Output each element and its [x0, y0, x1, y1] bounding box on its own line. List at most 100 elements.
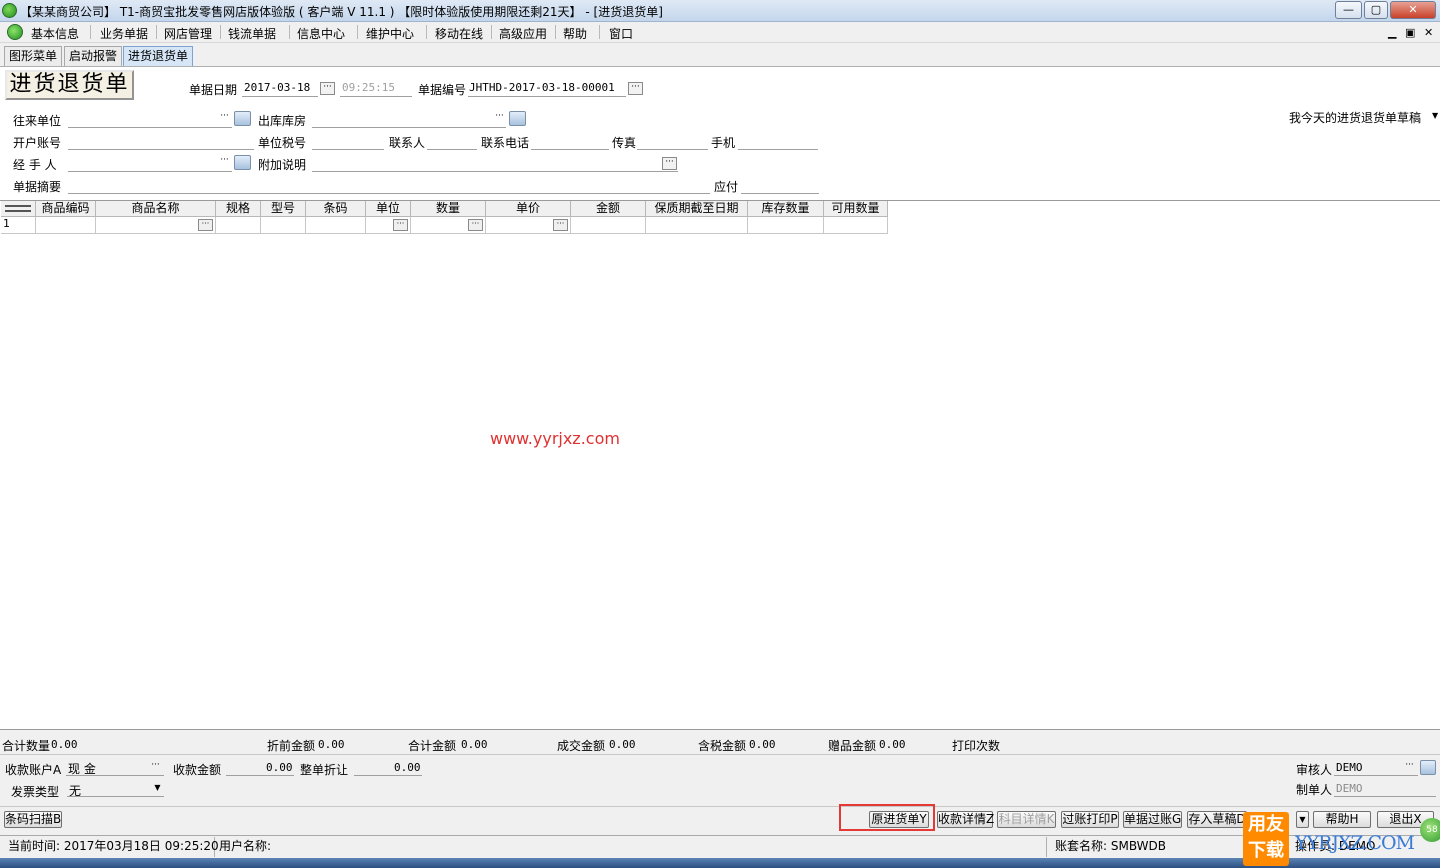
contact-input[interactable] — [427, 149, 477, 150]
tab-graphic-menu[interactable]: 图形菜单 — [4, 46, 63, 66]
collect-detail-button[interactable]: 收款详情Z — [937, 811, 994, 828]
partner-input[interactable] — [68, 127, 232, 128]
mdi-restore-button[interactable]: ▣ — [1405, 26, 1415, 39]
warehouse-home-icon[interactable] — [509, 111, 526, 126]
partner-picker-button[interactable]: ··· — [217, 112, 232, 125]
tax-amount-value: 0.00 — [749, 738, 776, 751]
cell-product-code[interactable] — [36, 217, 96, 234]
menu-advanced[interactable]: 高级应用 — [499, 25, 547, 42]
cell-expiry-date[interactable] — [646, 217, 748, 234]
mobile-input[interactable] — [738, 149, 818, 150]
col-available-qty[interactable]: 可用数量 — [824, 201, 888, 217]
menu-mobile-online[interactable]: 移动在线 — [435, 25, 483, 42]
menu-maintenance[interactable]: 维护中心 — [366, 25, 414, 42]
phone-label: 联系电话 — [481, 136, 530, 150]
cell-amount[interactable] — [571, 217, 646, 234]
warehouse-input[interactable] — [312, 127, 506, 128]
handler-search-icon[interactable] — [234, 155, 251, 170]
draft-select[interactable]: 我今天的进货退货单草稿 ▼ — [1288, 109, 1440, 125]
menu-business-docs[interactable]: 业务单据 — [100, 25, 148, 42]
phone-input[interactable] — [531, 149, 609, 150]
col-unit[interactable]: 单位 — [366, 201, 411, 217]
quantity-picker-button[interactable]: ··· — [468, 219, 483, 231]
col-expiry-date[interactable]: 保质期截至日期 — [646, 201, 748, 217]
account-picker-button[interactable]: ··· — [148, 761, 163, 774]
post-doc-button[interactable]: 单据过账G — [1123, 811, 1182, 828]
close-button[interactable]: ✕ — [1390, 1, 1436, 19]
tab-startup-alert[interactable]: 启动报警 — [64, 46, 123, 66]
mdi-close-button[interactable]: ✕ — [1424, 26, 1433, 39]
time-value: 09:25:15 — [342, 81, 395, 94]
help-button[interactable]: 帮助H — [1313, 811, 1371, 828]
status-current-time: 当前时间: 2017年03月18日 09:25:20 — [0, 837, 219, 857]
total-qty-label: 合计数量 — [2, 739, 51, 753]
save-draft-button[interactable]: 存入草稿D — [1187, 811, 1247, 828]
product-picker-button[interactable]: ··· — [198, 219, 213, 231]
subject-detail-button: 科目详情K — [997, 811, 1056, 828]
warehouse-picker-button[interactable]: ··· — [492, 112, 507, 125]
fax-input[interactable] — [637, 149, 708, 150]
floating-ball-icon[interactable]: 58 — [1420, 818, 1440, 842]
handler-input[interactable] — [68, 171, 232, 172]
col-product-code[interactable]: 商品编码 — [36, 201, 96, 217]
partner-lookup-icon[interactable] — [234, 111, 251, 126]
title-bar: 【某某商贸公司】 T1-商贸宝批发零售网店版体验版 ( 客户端 V 11.1 )… — [0, 0, 1440, 22]
menu-basic-info[interactable]: 基本信息 — [31, 25, 79, 42]
amount-value[interactable]: 0.00 — [266, 761, 293, 774]
minimize-button[interactable]: — — [1335, 1, 1362, 19]
cell-stock-qty — [748, 217, 824, 234]
menu-shop-manage[interactable]: 网店管理 — [164, 25, 212, 42]
maker-value: DEMO — [1336, 782, 1363, 795]
menu-app-icon[interactable] — [7, 24, 23, 40]
invoice-type-label: 发票类型 — [11, 785, 60, 799]
doc-number-label: 单据编号 — [418, 83, 467, 97]
menu-help[interactable]: 帮助 — [563, 25, 587, 42]
maker-underline — [1334, 796, 1436, 797]
col-stock-qty[interactable]: 库存数量 — [748, 201, 824, 217]
barcode-scan-button[interactable]: 条码扫描B — [4, 811, 62, 828]
date-value[interactable]: 2017-03-18 — [244, 81, 310, 94]
deal-amount-value: 0.00 — [609, 738, 636, 751]
remark-picker-button[interactable]: ··· — [662, 157, 677, 170]
bank-account-label: 开户账号 — [13, 136, 62, 150]
reviewer-label: 审核人 — [1296, 763, 1333, 777]
col-product-name[interactable]: 商品名称 — [96, 201, 216, 217]
unit-picker-button[interactable]: ··· — [393, 219, 408, 231]
invoice-type-select[interactable]: 无 ▼ — [67, 781, 164, 798]
grid-row-selector-header[interactable] — [1, 201, 36, 217]
tab-purchase-return[interactable]: 进货退货单 — [123, 46, 194, 66]
brand-site-text: YYRJXZ.COM — [1295, 832, 1415, 854]
remark-input[interactable] — [312, 171, 678, 172]
summary-input[interactable] — [68, 193, 710, 194]
tax-no-input[interactable] — [312, 149, 384, 150]
save-draft-dropdown[interactable]: ▼ — [1296, 811, 1309, 828]
account-underline — [66, 775, 164, 776]
cell-barcode[interactable] — [306, 217, 366, 234]
doc-number-value[interactable]: JHTHD-2017-03-18-00001 — [469, 81, 615, 94]
col-barcode[interactable]: 条码 — [306, 201, 366, 217]
col-amount[interactable]: 金额 — [571, 201, 646, 217]
reviewer-user-icon[interactable] — [1420, 760, 1436, 775]
cell-model[interactable] — [261, 217, 306, 234]
doc-number-underline — [468, 96, 626, 97]
handler-picker-button[interactable]: ··· — [217, 156, 232, 169]
doc-number-picker-button[interactable]: ··· — [628, 82, 643, 95]
col-unit-price[interactable]: 单价 — [486, 201, 571, 217]
discount-value[interactable]: 0.00 — [394, 761, 421, 774]
col-model[interactable]: 型号 — [261, 201, 306, 217]
app-icon — [2, 3, 17, 18]
maximize-button[interactable]: ▢ — [1364, 1, 1388, 19]
menu-cash-docs[interactable]: 钱流单据 — [228, 25, 276, 42]
bank-account-input[interactable] — [68, 149, 254, 150]
col-quantity[interactable]: 数量 — [411, 201, 486, 217]
handler-label: 经 手 人 — [13, 158, 57, 172]
col-spec[interactable]: 规格 — [216, 201, 261, 217]
price-picker-button[interactable]: ··· — [553, 219, 568, 231]
menu-info-center[interactable]: 信息中心 — [297, 25, 345, 42]
mdi-minimize-button[interactable]: ▁ — [1388, 26, 1396, 39]
menu-window[interactable]: 窗口 — [609, 25, 633, 42]
cell-spec[interactable] — [216, 217, 261, 234]
reviewer-picker-button[interactable]: ··· — [1402, 761, 1417, 774]
post-print-button[interactable]: 过账打印P — [1061, 811, 1119, 828]
date-picker-button[interactable]: ··· — [320, 82, 335, 95]
